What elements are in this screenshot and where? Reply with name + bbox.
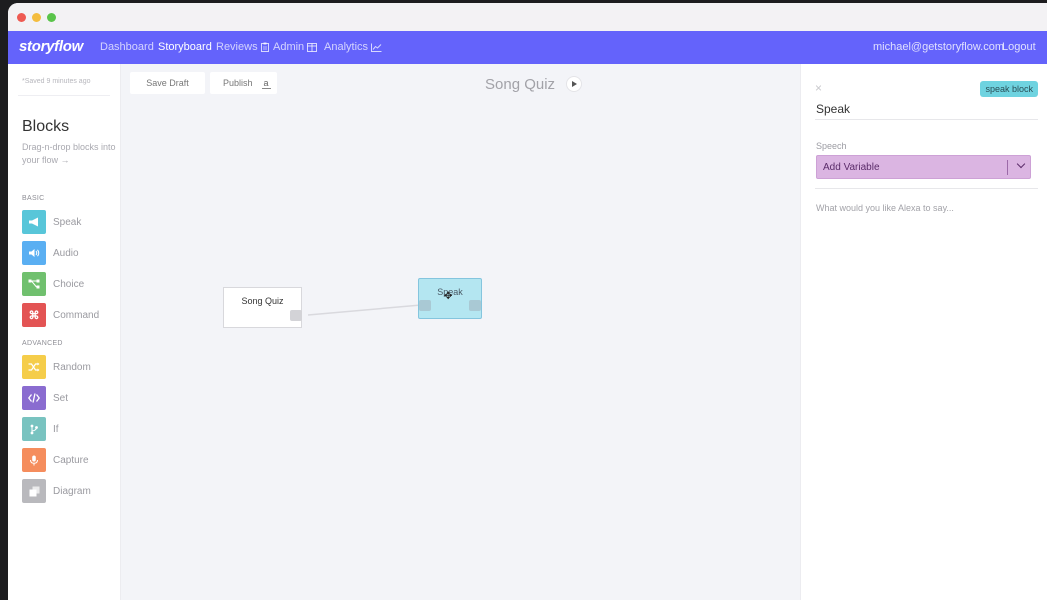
block-set-label: Set <box>53 392 69 404</box>
block-audio-label: Audio <box>53 247 79 259</box>
top-navbar: storyflow Dashboard Storyboard Reviews A… <box>8 31 1047 64</box>
advanced-section-label: ADVANCED <box>22 340 63 347</box>
speak-node-input-port[interactable] <box>419 300 431 311</box>
block-choice[interactable]: Choice <box>22 272 114 296</box>
basic-section-label: BASIC <box>22 195 45 202</box>
nav-dashboard[interactable]: Dashboard <box>100 41 154 53</box>
megaphone-icon <box>22 210 46 234</box>
storyflow-logo[interactable]: storyflow <box>19 38 83 55</box>
block-diagram[interactable]: Diagram <box>22 479 114 503</box>
speech-label: Speech <box>816 141 847 151</box>
start-node[interactable]: Song Quiz <box>223 287 302 328</box>
start-node-label: Song Quiz <box>241 296 284 306</box>
nav-reviews[interactable]: Reviews <box>216 41 269 53</box>
connection-line <box>307 304 422 316</box>
chart-icon <box>371 43 382 52</box>
block-settings-panel: × speak block Speak Speech Add Variable … <box>800 64 1047 600</box>
blocks-subtitle: Drag-n-drop blocks into your flow → <box>22 142 116 165</box>
start-node-output-port[interactable] <box>290 310 302 321</box>
block-audio[interactable]: Audio <box>22 241 114 265</box>
clipboard-icon <box>260 42 269 52</box>
block-speak-label: Speak <box>53 216 82 228</box>
block-speak[interactable]: Speak <box>22 210 114 234</box>
panel-title[interactable]: Speak <box>816 102 850 116</box>
table-icon <box>307 42 318 52</box>
speak-node[interactable]: Speak ✥ <box>418 278 482 319</box>
select-separator <box>1007 160 1008 175</box>
panel-divider <box>815 119 1038 120</box>
microphone-icon <box>22 448 46 472</box>
nav-analytics[interactable]: Analytics <box>324 41 382 53</box>
nav-admin[interactable]: Admin <box>273 41 318 53</box>
speaker-icon <box>22 241 46 265</box>
block-diagram-label: Diagram <box>53 485 91 497</box>
chevron-down-icon[interactable] <box>1016 159 1026 169</box>
saved-status: *Saved 9 minutes ago <box>22 78 91 85</box>
fork-icon <box>22 417 46 441</box>
speak-node-output-port[interactable] <box>469 300 481 311</box>
branch-icon <box>22 272 46 296</box>
move-cursor-icon: ✥ <box>444 291 453 302</box>
command-icon: ⌘ <box>22 303 46 327</box>
close-icon[interactable]: × <box>815 81 822 95</box>
block-capture-label: Capture <box>53 454 89 466</box>
blocks-title: Blocks <box>22 118 70 135</box>
zoom-window-button[interactable] <box>47 13 56 22</box>
panel-divider <box>815 188 1038 189</box>
block-type-badge: speak block <box>980 81 1038 97</box>
code-icon <box>22 386 46 410</box>
title-bar <box>8 3 1047 31</box>
block-set[interactable]: Set <box>22 386 114 410</box>
add-variable-label: Add Variable <box>823 162 880 173</box>
sidebar-divider <box>18 95 110 96</box>
minimize-window-button[interactable] <box>32 13 41 22</box>
block-if-label: If <box>53 423 59 435</box>
speech-input[interactable]: What would you like Alexa to say... <box>816 203 954 213</box>
blocks-sidebar: *Saved 9 minutes ago Blocks Drag-n-drop … <box>8 64 121 600</box>
shuffle-icon <box>22 355 46 379</box>
logout-link[interactable]: Logout <box>1002 41 1036 53</box>
block-command[interactable]: ⌘ Command <box>22 303 114 327</box>
layers-icon <box>22 479 46 503</box>
add-variable-select[interactable]: Add Variable <box>816 155 1031 179</box>
block-random-label: Random <box>53 361 91 373</box>
block-if[interactable]: If <box>22 417 114 441</box>
block-random[interactable]: Random <box>22 355 114 379</box>
flow-canvas[interactable]: Save Draft Publish a Song Quiz Song Quiz… <box>121 64 800 600</box>
close-window-button[interactable] <box>17 13 26 22</box>
block-capture[interactable]: Capture <box>22 448 114 472</box>
block-choice-label: Choice <box>53 278 85 290</box>
app-window: storyflow Dashboard Storyboard Reviews A… <box>8 3 1047 600</box>
user-email[interactable]: michael@getstoryflow.com <box>873 41 1004 53</box>
nav-storyboard[interactable]: Storyboard <box>158 41 212 53</box>
block-command-label: Command <box>53 309 100 321</box>
arrow-right-icon: → <box>60 155 70 165</box>
